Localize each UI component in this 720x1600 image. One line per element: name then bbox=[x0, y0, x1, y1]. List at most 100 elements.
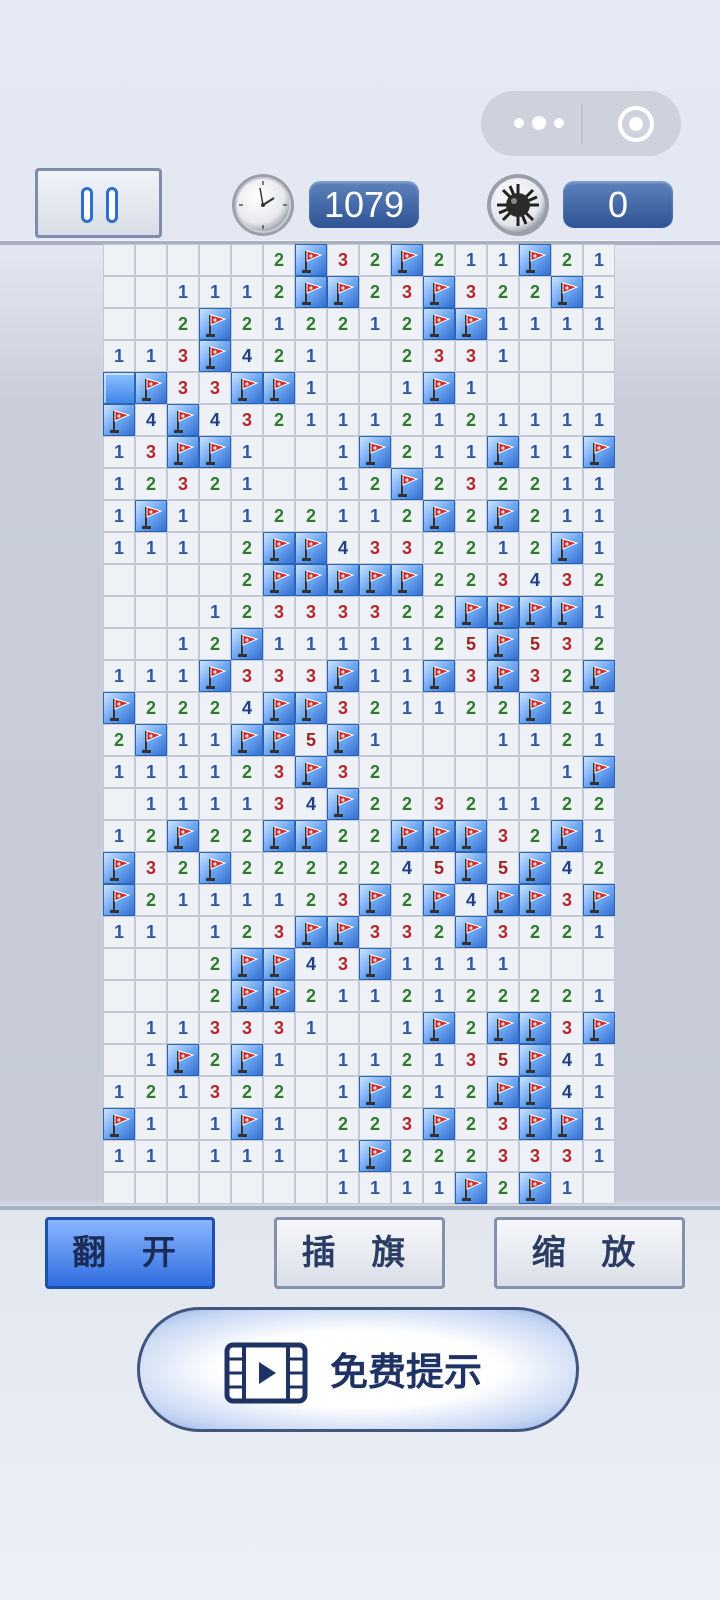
empty-cell[interactable] bbox=[167, 564, 199, 596]
number-cell[interactable]: 1 bbox=[583, 916, 615, 948]
number-cell[interactable]: 2 bbox=[423, 628, 455, 660]
number-cell[interactable]: 1 bbox=[103, 1140, 135, 1172]
flagged-cell[interactable] bbox=[167, 404, 199, 436]
empty-cell[interactable] bbox=[167, 1108, 199, 1140]
pause-button[interactable] bbox=[35, 168, 162, 238]
number-cell[interactable]: 2 bbox=[263, 276, 295, 308]
number-cell[interactable]: 1 bbox=[231, 436, 263, 468]
flagged-cell[interactable] bbox=[263, 692, 295, 724]
number-cell[interactable]: 1 bbox=[455, 372, 487, 404]
flagged-cell[interactable] bbox=[231, 1108, 263, 1140]
number-cell[interactable]: 2 bbox=[487, 1172, 519, 1204]
empty-cell[interactable] bbox=[103, 628, 135, 660]
number-cell[interactable]: 1 bbox=[551, 308, 583, 340]
empty-cell[interactable] bbox=[263, 468, 295, 500]
flagged-cell[interactable] bbox=[519, 1108, 551, 1140]
number-cell[interactable]: 2 bbox=[551, 916, 583, 948]
number-cell[interactable]: 1 bbox=[423, 692, 455, 724]
number-cell[interactable]: 3 bbox=[391, 1108, 423, 1140]
number-cell[interactable]: 2 bbox=[455, 788, 487, 820]
flagged-cell[interactable] bbox=[103, 404, 135, 436]
number-cell[interactable]: 1 bbox=[583, 276, 615, 308]
number-cell[interactable]: 2 bbox=[391, 884, 423, 916]
flagged-cell[interactable] bbox=[263, 372, 295, 404]
number-cell[interactable]: 1 bbox=[551, 436, 583, 468]
flagged-cell[interactable] bbox=[231, 372, 263, 404]
number-cell[interactable]: 2 bbox=[551, 788, 583, 820]
flagged-cell[interactable] bbox=[231, 724, 263, 756]
number-cell[interactable]: 1 bbox=[327, 1172, 359, 1204]
number-cell[interactable]: 2 bbox=[295, 308, 327, 340]
flagged-cell[interactable] bbox=[295, 532, 327, 564]
empty-cell[interactable] bbox=[103, 1044, 135, 1076]
number-cell[interactable]: 1 bbox=[423, 436, 455, 468]
number-cell[interactable]: 1 bbox=[487, 308, 519, 340]
number-cell[interactable]: 2 bbox=[455, 692, 487, 724]
flagged-cell[interactable] bbox=[519, 244, 551, 276]
number-cell[interactable]: 3 bbox=[231, 1012, 263, 1044]
number-cell[interactable]: 3 bbox=[423, 788, 455, 820]
number-cell[interactable]: 1 bbox=[103, 756, 135, 788]
number-cell[interactable]: 1 bbox=[327, 1140, 359, 1172]
number-cell[interactable]: 3 bbox=[391, 916, 423, 948]
number-cell[interactable]: 1 bbox=[167, 724, 199, 756]
number-cell[interactable]: 1 bbox=[455, 436, 487, 468]
flagged-cell[interactable] bbox=[455, 820, 487, 852]
empty-cell[interactable] bbox=[199, 244, 231, 276]
flagged-cell[interactable] bbox=[327, 276, 359, 308]
number-cell[interactable]: 2 bbox=[135, 468, 167, 500]
empty-cell[interactable] bbox=[231, 1172, 263, 1204]
empty-cell[interactable] bbox=[295, 1140, 327, 1172]
flagged-cell[interactable] bbox=[455, 916, 487, 948]
empty-cell[interactable] bbox=[583, 372, 615, 404]
flagged-cell[interactable] bbox=[551, 596, 583, 628]
number-cell[interactable]: 1 bbox=[391, 948, 423, 980]
flagged-cell[interactable] bbox=[231, 948, 263, 980]
empty-cell[interactable] bbox=[199, 532, 231, 564]
flagged-cell[interactable] bbox=[263, 820, 295, 852]
number-cell[interactable]: 1 bbox=[103, 1076, 135, 1108]
empty-cell[interactable] bbox=[199, 564, 231, 596]
unrevealed-cell[interactable] bbox=[103, 372, 135, 404]
number-cell[interactable]: 3 bbox=[327, 692, 359, 724]
number-cell[interactable]: 3 bbox=[231, 404, 263, 436]
number-cell[interactable]: 2 bbox=[519, 980, 551, 1012]
number-cell[interactable]: 2 bbox=[423, 1140, 455, 1172]
number-cell[interactable]: 3 bbox=[167, 468, 199, 500]
number-cell[interactable]: 2 bbox=[423, 468, 455, 500]
flagged-cell[interactable] bbox=[167, 820, 199, 852]
number-cell[interactable]: 2 bbox=[135, 884, 167, 916]
flagged-cell[interactable] bbox=[519, 852, 551, 884]
flagged-cell[interactable] bbox=[583, 436, 615, 468]
flagged-cell[interactable] bbox=[359, 564, 391, 596]
empty-cell[interactable] bbox=[263, 436, 295, 468]
number-cell[interactable]: 1 bbox=[583, 1108, 615, 1140]
empty-cell[interactable] bbox=[103, 948, 135, 980]
number-cell[interactable]: 1 bbox=[583, 596, 615, 628]
number-cell[interactable]: 2 bbox=[135, 1076, 167, 1108]
number-cell[interactable]: 1 bbox=[199, 276, 231, 308]
flagged-cell[interactable] bbox=[551, 820, 583, 852]
number-cell[interactable]: 2 bbox=[519, 532, 551, 564]
number-cell[interactable]: 2 bbox=[359, 1108, 391, 1140]
number-cell[interactable]: 1 bbox=[583, 820, 615, 852]
number-cell[interactable]: 1 bbox=[167, 788, 199, 820]
number-cell[interactable]: 3 bbox=[423, 340, 455, 372]
empty-cell[interactable] bbox=[359, 1012, 391, 1044]
number-cell[interactable]: 1 bbox=[263, 308, 295, 340]
flag-mode-button[interactable]: 插 旗 bbox=[274, 1217, 445, 1289]
number-cell[interactable]: 1 bbox=[583, 1076, 615, 1108]
flagged-cell[interactable] bbox=[167, 436, 199, 468]
number-cell[interactable]: 4 bbox=[391, 852, 423, 884]
number-cell[interactable]: 1 bbox=[487, 788, 519, 820]
number-cell[interactable]: 2 bbox=[231, 916, 263, 948]
number-cell[interactable]: 1 bbox=[583, 404, 615, 436]
number-cell[interactable]: 2 bbox=[263, 404, 295, 436]
minesweeper-board[interactable]: 2322112111122332212212212111111342123313… bbox=[103, 244, 615, 1204]
number-cell[interactable]: 2 bbox=[455, 980, 487, 1012]
number-cell[interactable]: 1 bbox=[423, 980, 455, 1012]
number-cell[interactable]: 1 bbox=[487, 948, 519, 980]
empty-cell[interactable] bbox=[455, 724, 487, 756]
flagged-cell[interactable] bbox=[583, 884, 615, 916]
number-cell[interactable]: 1 bbox=[327, 628, 359, 660]
